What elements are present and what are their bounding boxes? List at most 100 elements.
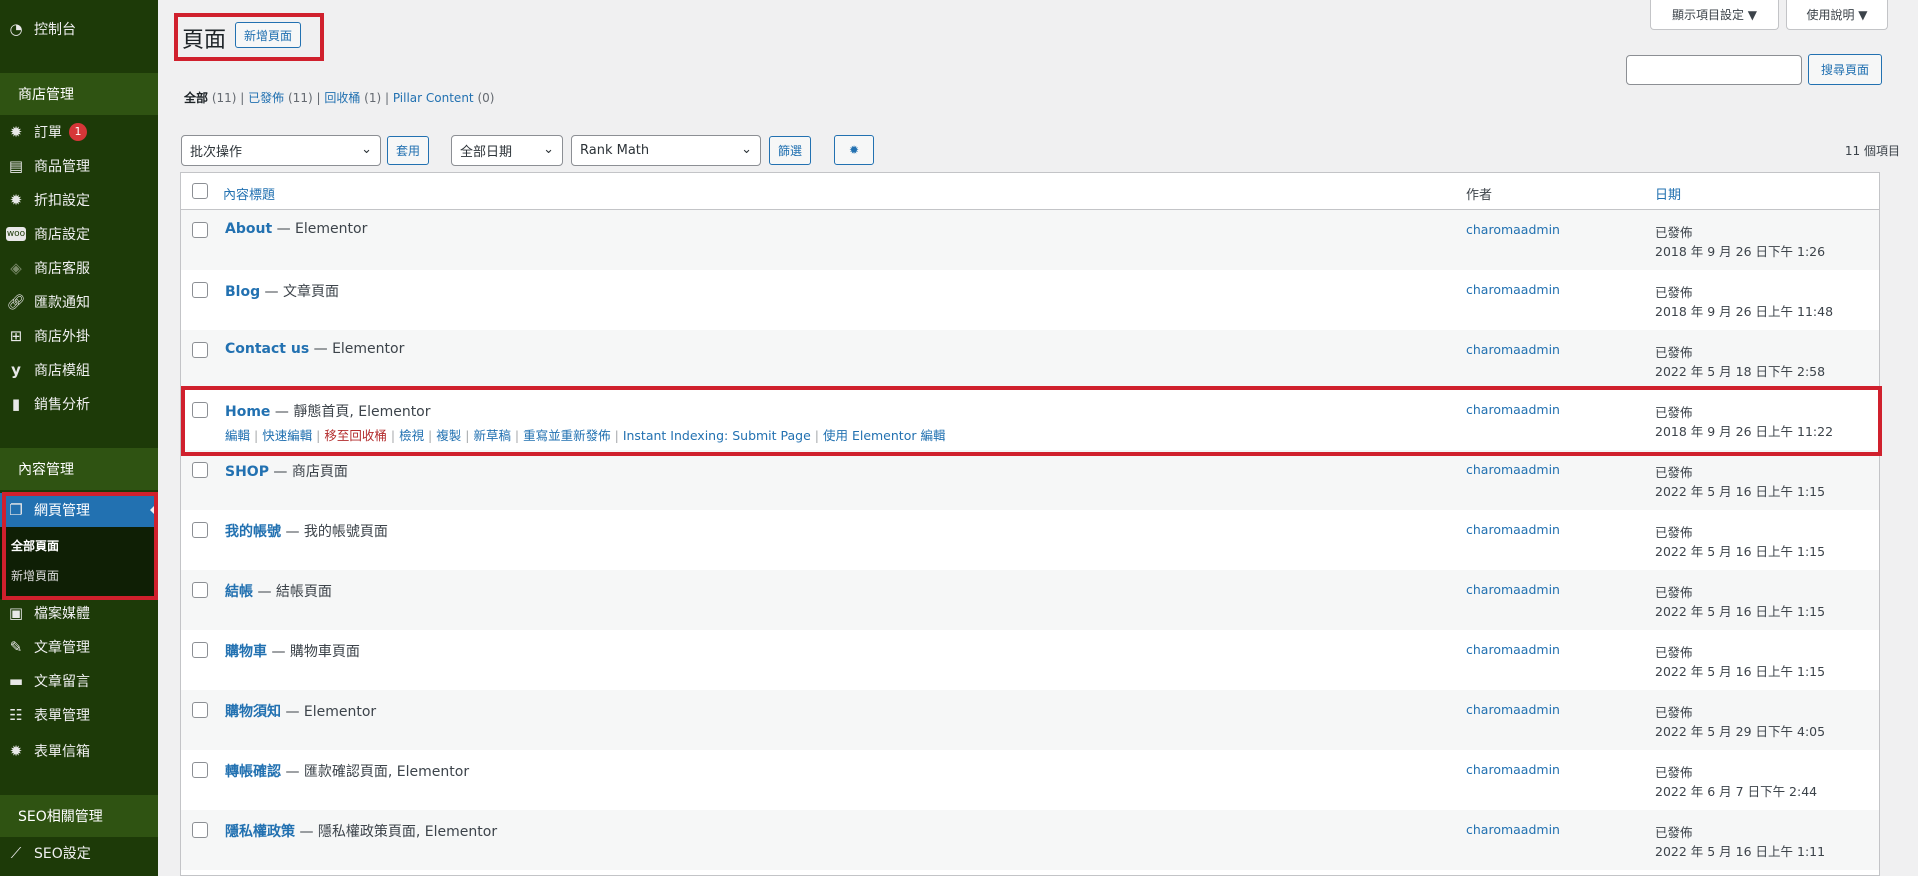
author-link[interactable]: charomaadmin — [1466, 222, 1560, 237]
sidebar-item-label: 商品管理 — [34, 159, 90, 175]
select-all-checkbox[interactable] — [192, 183, 208, 199]
page-title-link[interactable]: 結帳 — [225, 584, 253, 600]
row-checkbox[interactable] — [192, 402, 208, 418]
submenu-add-page[interactable]: 新增頁面 — [11, 567, 59, 584]
page-title-link[interactable]: About — [225, 221, 272, 237]
search-pages-button[interactable]: 搜尋頁面 — [1808, 54, 1882, 85]
woo-icon: woo — [6, 227, 26, 241]
row-checkbox[interactable] — [192, 822, 208, 838]
sidebar-item-form-inbox[interactable]: ✹ 表單信箱 — [0, 736, 158, 766]
author-link[interactable]: charomaadmin — [1466, 282, 1560, 297]
row-checkbox[interactable] — [192, 702, 208, 718]
author-link[interactable]: charomaadmin — [1466, 762, 1560, 777]
sidebar-item-products[interactable]: ▤ 商品管理 — [0, 151, 158, 181]
quick-edit-link[interactable]: 快速編輯 — [262, 428, 312, 443]
sidebar-item-shop-addons[interactable]: ⊞ 商店外掛 — [0, 321, 158, 351]
sidebar-item-forms[interactable]: ☷ 表單管理 — [0, 700, 158, 730]
add-new-page-button[interactable]: 新增頁面 — [235, 22, 302, 48]
search-input[interactable] — [1626, 55, 1802, 85]
author-link[interactable]: charomaadmin — [1466, 822, 1560, 837]
elementor-edit-link[interactable]: 使用 Elementor 編輯 — [823, 428, 946, 443]
author-link[interactable]: charomaadmin — [1466, 342, 1560, 357]
page-title-link[interactable]: 轉帳確認 — [225, 764, 281, 780]
sidebar-item-comments[interactable]: ▬ 文章留言 — [0, 666, 158, 696]
row-checkbox[interactable] — [192, 342, 208, 358]
author-link[interactable]: charomaadmin — [1466, 582, 1560, 597]
sidebar-item-shop-modules[interactable]: y 商店模組 — [0, 355, 158, 385]
sidebar-item-label: 折扣設定 — [34, 193, 90, 209]
row-checkbox[interactable] — [192, 762, 208, 778]
row-checkbox[interactable] — [192, 222, 208, 238]
chevron-down-icon: ⌄ — [543, 142, 554, 157]
sidebar-item-label: 銷售分析 — [34, 397, 90, 413]
view-published[interactable]: 已發佈 — [248, 91, 284, 105]
sidebar-section-content: 內容管理 — [0, 448, 158, 490]
page-title-link[interactable]: Blog — [225, 284, 260, 300]
new-draft-link[interactable]: 新草稿 — [473, 428, 511, 443]
page-title-link[interactable]: 購物須知 — [225, 704, 281, 720]
sidebar-item-posts[interactable]: ✎ 文章管理 — [0, 632, 158, 662]
sidebar-item-label: 商店外掛 — [34, 329, 90, 345]
copy-link[interactable]: 複製 — [436, 428, 461, 443]
gear-icon: ✹ — [9, 742, 23, 760]
sidebar-item-label: 網頁管理 — [34, 503, 90, 519]
date-filter-select[interactable]: 全部日期 ⌄ — [451, 135, 563, 166]
filter-button[interactable]: 篩選 — [769, 136, 812, 165]
pages-table: 內容標題 作者 日期 About — Elementor charomaadmi… — [180, 172, 1880, 876]
chevron-down-icon: ⌄ — [361, 142, 372, 157]
view-all[interactable]: 全部 — [184, 91, 208, 105]
publish-status: 已發佈 — [1655, 765, 1693, 780]
page-title-link[interactable]: 隱私權政策 — [225, 824, 295, 840]
bulk-actions-select[interactable]: 批次操作 ⌄ — [181, 135, 381, 166]
sidebar-item-pages[interactable]: ❐ 網頁管理 — [0, 493, 158, 527]
sidebar-item-customer-service[interactable]: ◈ 商店客服 — [0, 253, 158, 283]
sidebar-item-payment-notice[interactable]: 🔗︎ 匯款通知 — [0, 287, 158, 317]
sidebar-item-sales-analytics[interactable]: ▮ 銷售分析 — [0, 389, 158, 419]
row-checkbox[interactable] — [192, 522, 208, 538]
column-date-header[interactable]: 日期 — [1655, 184, 1681, 203]
publish-date: 2022 年 5 月 16 日上午 1:15 — [1655, 664, 1826, 679]
page-title-link[interactable]: Home — [225, 404, 270, 420]
row-checkbox[interactable] — [192, 642, 208, 658]
rank-math-select[interactable]: Rank Math ⌄ — [571, 135, 761, 166]
table-row: Home — 靜態首頁, Elementor 編輯 | 快速編輯 | 移至回收桶… — [181, 390, 1879, 450]
submenu-all-pages[interactable]: 全部頁面 — [11, 537, 59, 554]
author-link[interactable]: charomaadmin — [1466, 522, 1560, 537]
author-link[interactable]: charomaadmin — [1466, 702, 1560, 717]
sidebar-item-seo-settings[interactable]: ⟋ SEO設定 — [0, 838, 158, 868]
sidebar-item-media[interactable]: ▣ 檔案媒體 — [0, 598, 158, 628]
help-button[interactable]: 使用說明 ▼ — [1786, 0, 1888, 30]
sidebar-item-label: 檔案媒體 — [34, 606, 90, 622]
view-trash[interactable]: 回收桶 — [324, 91, 360, 105]
author-link[interactable]: charomaadmin — [1466, 642, 1560, 657]
screen-options-button[interactable]: 顯示項目設定 ▼ — [1650, 0, 1779, 30]
row-checkbox[interactable] — [192, 582, 208, 598]
author-link[interactable]: charomaadmin — [1466, 402, 1560, 417]
sidebar-item-dashboard[interactable]: ◔ 控制台 — [0, 14, 158, 44]
page-title-link[interactable]: Contact us — [225, 341, 309, 357]
row-checkbox[interactable] — [192, 462, 208, 478]
pin-icon: ✎ — [9, 638, 23, 656]
instant-indexing-link[interactable]: Instant Indexing: Submit Page — [623, 428, 811, 443]
page-title-link[interactable]: 我的帳號 — [225, 524, 281, 540]
page-state: — 匯款確認頁面, Elementor — [281, 764, 470, 780]
settings-gear-button[interactable]: ✹ — [834, 135, 874, 165]
view-pillar-content[interactable]: Pillar Content — [393, 91, 474, 105]
republish-link[interactable]: 重寫並重新發佈 — [523, 428, 611, 443]
archive-icon: ▤ — [8, 157, 24, 175]
author-link[interactable]: charomaadmin — [1466, 462, 1560, 477]
page-title-link[interactable]: 購物車 — [225, 644, 267, 660]
page-title-link[interactable]: SHOP — [225, 464, 269, 480]
view-link[interactable]: 檢視 — [399, 428, 424, 443]
sidebar-item-label: 控制台 — [34, 22, 76, 38]
sidebar-item-orders[interactable]: ✹ 訂單 1 — [0, 117, 158, 147]
edit-link[interactable]: 編輯 — [225, 428, 250, 443]
publish-date: 2022 年 6 月 7 日下午 2:44 — [1655, 784, 1818, 799]
table-header: 內容標題 作者 日期 — [181, 173, 1879, 210]
trash-link[interactable]: 移至回收桶 — [324, 428, 387, 443]
apply-button[interactable]: 套用 — [387, 136, 430, 165]
row-checkbox[interactable] — [192, 282, 208, 298]
sidebar-item-shop-settings[interactable]: woo 商店設定 — [0, 219, 158, 249]
sidebar-item-discounts[interactable]: ✹ 折扣設定 — [0, 185, 158, 215]
column-title-header[interactable]: 內容標題 — [223, 184, 275, 203]
